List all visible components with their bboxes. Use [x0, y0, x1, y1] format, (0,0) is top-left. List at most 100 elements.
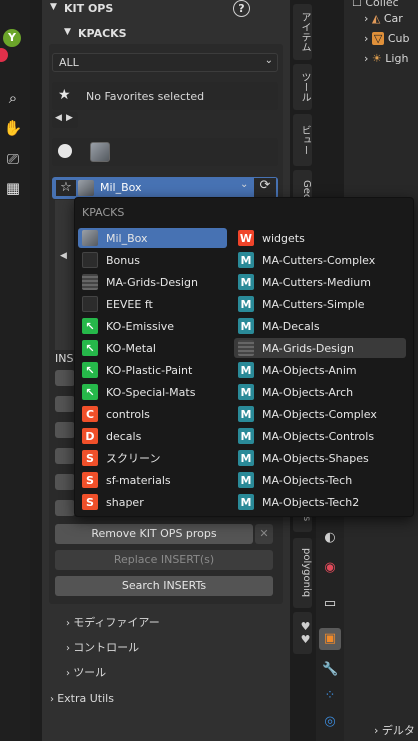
kpack-menu-item[interactable]: S スクリーン [78, 448, 227, 468]
insert-option-2[interactable] [55, 396, 75, 412]
kpack-menu-item[interactable]: ↖ KO-Emissive [78, 316, 227, 336]
kpack-menu-item[interactable]: M MA-Objects-Anim [234, 360, 406, 380]
category-dropdown[interactable]: ALL ⌄ [52, 53, 278, 72]
insert-preview [55, 200, 75, 350]
texture-icon[interactable]: ◐ [322, 530, 338, 546]
x-axis-dot[interactable] [0, 48, 8, 62]
insert-option-3[interactable] [55, 422, 75, 438]
kpacks-arrow-icon[interactable]: ▼ [64, 27, 71, 37]
hand-icon[interactable]: ✋ [3, 118, 23, 138]
prev-arrow-icon[interactable]: ◀ [55, 113, 62, 123]
kpacks-header[interactable]: KPACKS [78, 27, 127, 40]
dark-kpack-icon [82, 252, 98, 268]
thumbnail-icon[interactable] [90, 142, 110, 162]
kpack-menu-item[interactable]: M MA-Cutters-Complex [234, 250, 406, 270]
kpack-menu-item[interactable]: M MA-Objects-Tech [234, 470, 406, 490]
grid-icon[interactable]: ▦ [3, 178, 23, 198]
insert-option-1[interactable] [55, 370, 75, 386]
remove-props-x-button[interactable]: ✕ [255, 524, 273, 544]
tab-view[interactable]: ビュー [293, 114, 312, 166]
kpack-menu-item[interactable]: M MA-Objects-Shapes [234, 448, 406, 468]
light-icon: ☀ [371, 52, 382, 65]
outliner-row-collection[interactable]: ☐ Collec [352, 0, 399, 9]
replace-insert-button[interactable]: Replace INSERT(s) [55, 550, 273, 570]
kpack-menu-label: KO-Emissive [106, 319, 175, 333]
subpanel-label: コントロール [73, 641, 140, 654]
kpack-menu-label: MA-Objects-Anim [262, 363, 357, 377]
search-inserts-button[interactable]: Search INSERTs [55, 576, 273, 596]
camera-icon[interactable]: ⎚ [3, 149, 23, 169]
zoom-icon[interactable]: ⌕ [3, 88, 23, 108]
subpanel-label: モディファイアー [73, 616, 160, 629]
kpack-menu-item[interactable]: Sshaper [78, 492, 227, 512]
particles-icon[interactable]: ⁘ [322, 688, 338, 704]
kpack-menu-item[interactable]: MA-Grids-Design [78, 272, 227, 292]
kpack-menu-item[interactable]: M MA-Objects-Complex [234, 404, 406, 424]
subpanel-tool[interactable]: › ツール [66, 664, 106, 680]
kpack-menu-label: Mil_Box [106, 231, 148, 245]
kpack-menu-item[interactable]: Ccontrols [78, 404, 227, 424]
kpack-menu-item[interactable]: ↖ KO-Metal [78, 338, 227, 358]
outliner-row-car[interactable]: › ◭ Car [364, 12, 403, 25]
clock-icon[interactable] [58, 144, 72, 158]
star-icon[interactable]: ★ [58, 87, 71, 103]
kpack-menu-item[interactable]: M MA-Objects-Arch [234, 382, 406, 402]
refresh-icon[interactable]: ⟳ [254, 178, 276, 198]
world-icon[interactable]: ◉ [322, 560, 338, 576]
kpack-menu-item[interactable]: Bonus [78, 250, 227, 270]
panel-title[interactable]: KIT OPS [64, 2, 113, 15]
kpack-menu-label: MA-Objects-Complex [262, 407, 377, 421]
collection-icon[interactable]: ▭ [322, 596, 338, 612]
kpack-selected-value[interactable]: Mil_Box [100, 181, 142, 194]
kpack-menu-item[interactable]: ↖ KO-Plastic-Paint [78, 360, 227, 380]
tab-tool[interactable]: ツール [293, 64, 312, 110]
tab-polygoniq[interactable]: polygoniq [293, 538, 312, 608]
kpack-menu-label: MA-Grids-Design [262, 341, 354, 355]
kpack-menu-item[interactable]: Ddecals [78, 426, 227, 446]
kpack-menu-item[interactable]: EEVEE ft [78, 294, 227, 314]
green-kpack-icon: ↖ [82, 340, 98, 356]
gizmo-y-icon[interactable]: Y [3, 29, 21, 47]
kpack-menu-item[interactable]: MA-Grids-Design [234, 338, 406, 358]
orange-kpack-icon: S [82, 494, 98, 510]
kpack-menu-item[interactable]: ↖ KO-Special-Mats [78, 382, 227, 402]
outliner-row-cube[interactable]: › ▽ Cub [364, 32, 410, 45]
kpack-menu-item[interactable]: M MA-Decals [234, 316, 406, 336]
object-icon[interactable]: ▣ [319, 628, 341, 650]
extra-utils-label: Extra Utils [57, 692, 114, 705]
kpack-menu-item[interactable]: M MA-Cutters-Simple [234, 294, 406, 314]
tab-item[interactable]: アイテム [293, 4, 312, 60]
teal-kpack-icon: M [238, 450, 254, 466]
extra-utils-panel[interactable]: › Extra Utils [50, 692, 114, 705]
kpack-menu-item[interactable]: M MA-Objects-Tech2 [234, 492, 406, 512]
collapse-arrow-icon[interactable]: ▼ [50, 2, 57, 12]
kpack-menu-label: MA-Objects-Controls [262, 429, 375, 443]
insert-option-4[interactable] [55, 448, 75, 464]
kpack-menu-item[interactable]: M MA-Objects-Controls [234, 426, 406, 446]
star-outline-icon[interactable]: ☆ [56, 180, 76, 196]
help-icon[interactable]: ? [233, 0, 250, 17]
tab-hearts[interactable]: ♥♥ [293, 612, 312, 654]
left-toolbar: Y ⌕ ✋ ⎚ ▦ [0, 0, 30, 741]
kpack-menu-label: MA-Objects-Arch [262, 385, 354, 399]
insert-option-5[interactable] [55, 474, 75, 490]
modifier-icon[interactable]: 🔧 [322, 662, 338, 678]
insert-prev-arrow-icon[interactable]: ◀ [60, 251, 67, 261]
kpack-menu-item[interactable]: M MA-Cutters-Medium [234, 272, 406, 292]
kpack-menu-label: KO-Special-Mats [106, 385, 196, 399]
kpack-menu-item[interactable]: Wwidgets [234, 228, 406, 248]
outliner-row-light[interactable]: › ☀ Ligh [364, 52, 408, 65]
subpanel-control[interactable]: › コントロール [66, 639, 139, 655]
kpack-menu-item[interactable]: Mil_Box [78, 228, 227, 248]
outliner-label: Ligh [385, 52, 409, 65]
subpanel-modifier[interactable]: › モディファイアー [66, 614, 160, 630]
teal-kpack-icon: M [238, 472, 254, 488]
kpack-menu-label: controls [106, 407, 150, 421]
remove-kitops-props-button[interactable]: Remove KIT OPS props [55, 524, 253, 544]
next-arrow-icon[interactable]: ▶ [66, 113, 73, 123]
insert-option-6[interactable] [55, 500, 75, 516]
kpack-menu-item[interactable]: Ssf-materials [78, 470, 227, 490]
physics-icon[interactable]: ◎ [322, 714, 338, 730]
teal-kpack-icon: M [238, 318, 254, 334]
chevron-down-icon[interactable]: ⌄ [240, 179, 248, 190]
